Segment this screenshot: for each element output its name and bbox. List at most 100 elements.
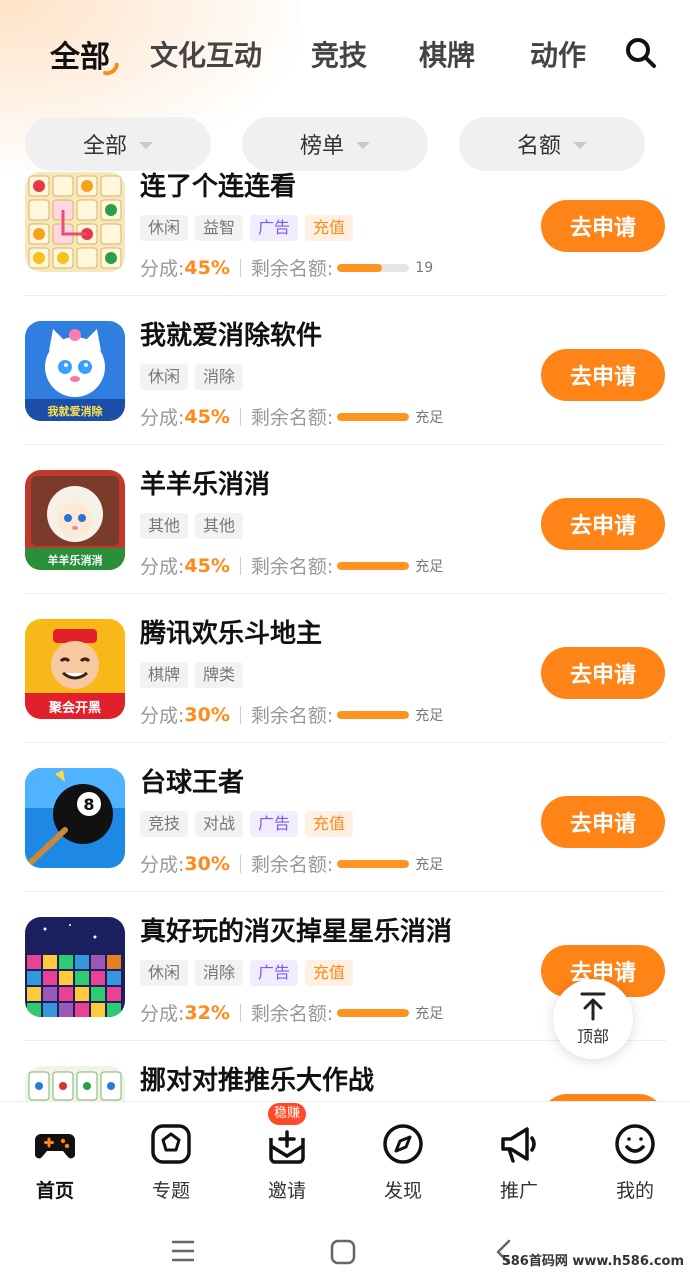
nav-label: 我的 [615,1180,654,1202]
quota-progress-fill [337,710,410,719]
tag: 休闲 [140,215,189,241]
tag: 休闲 [140,960,189,986]
game-meta: 分成: 45% 剩余名额: 19 [140,254,433,281]
apply-button[interactable]: 去申请 [541,796,665,848]
apply-button[interactable]: 去申请 [541,498,665,550]
game-name: 腾讯欢乐斗地主 [140,619,323,649]
nav-invite[interactable]: 稳赚 邀请 [232,1102,342,1212]
filter-quota-dropdown[interactable]: 名额 [459,117,645,171]
divider [239,705,241,724]
billiards-game-icon: 8 [25,768,125,868]
row-divider [24,742,666,743]
apply-button[interactable]: 去申请 [541,1094,665,1101]
menu-icon[interactable] [170,1239,196,1263]
quota-value: 19 [415,259,434,276]
filter-label: 全部 [82,134,127,159]
quota-progress-bar [337,412,410,421]
row-divider [24,593,666,594]
share-label: 分成: [140,705,185,727]
nav-badge: 稳赚 [268,1103,307,1125]
quota-value: 充足 [415,409,444,426]
game-name: 台球王者 [140,768,245,798]
home-icon[interactable] [330,1239,356,1265]
back-to-top-button[interactable]: 顶部 [553,979,633,1059]
icon-caption: 聚会开黑 [48,701,101,716]
quota-label: 剩余名额: [250,1003,334,1025]
system-nav-bar: 586首码网 www.h586.com [0,1211,690,1275]
share-label: 分成: [140,854,185,876]
quota-value: 充足 [415,707,444,724]
share-label: 分成: [140,1003,185,1025]
nav-topics[interactable]: 专题 [116,1102,226,1212]
list-item[interactable]: 8 台球王者 竞技 对战 广告 充值 分成: 30% 剩余名额: 充足 去申请 [0,744,690,892]
quota-value: 充足 [415,558,444,575]
apply-button[interactable]: 去申请 [541,349,665,401]
nav-home[interactable]: 首页 [0,1102,110,1212]
link-match-game-icon [25,172,125,272]
game-meta: 分成: 30% 剩余名额: 充足 [140,850,443,877]
tag: 休闲 [140,364,189,390]
filter-label: 名额 [516,134,561,159]
icon-caption: 羊羊乐消消 [47,554,103,567]
search-button[interactable] [624,36,658,70]
filter-ranking-dropdown[interactable]: 榜单 [242,117,428,171]
tag: 消除 [195,960,244,986]
tab-all[interactable]: 全部 [50,32,110,76]
quota-progress-fill [337,263,382,272]
tab-competitive[interactable]: 竞技 [311,34,367,74]
tag-list: 竞技 对战 广告 充值 [140,811,354,837]
tag-list: 休闲 益智 广告 充值 [140,215,354,241]
category-tabs: 全部 文化互动 竞技 棋牌 动作 [0,28,690,78]
row-divider [24,444,666,445]
divider [239,258,241,277]
row-divider [24,295,666,296]
nav-promote[interactable]: 推广 [464,1102,574,1212]
game-name: 真好玩的消灭掉星星乐消消 [140,917,453,947]
tab-culture-interaction[interactable]: 文化互动 [150,34,262,74]
doudizhu-game-icon: 聚会开黑 [25,619,125,719]
bottom-nav: 首页 专题 稳赚 邀请 发现 推广 我的 [0,1101,690,1211]
game-meta: 分成: 32% 剩余名额: 充足 [140,999,443,1026]
nav-discover[interactable]: 发现 [348,1102,458,1212]
caret-down-icon [356,141,370,149]
filter-all-dropdown[interactable]: 全部 [25,117,211,171]
list-item[interactable]: 羊羊乐消消 羊羊乐消消 其他 其他 分成: 45% 剩余名额: 充足 去申请 [0,446,690,594]
quota-progress-bar [337,561,410,570]
list-item[interactable]: 我就爱消除 我就爱消除软件 休闲 消除 分成: 45% 剩余名额: 充足 去申请 [0,297,690,445]
share-value: 45% [184,256,230,279]
game-name: 挪对对推推乐大作战 [140,1066,375,1096]
nav-label: 推广 [499,1180,538,1202]
compass-icon [383,1124,423,1164]
nav-label: 发现 [383,1180,422,1202]
tag: 竞技 [140,811,189,837]
arrow-up-icon [580,992,606,1021]
share-label: 分成: [140,258,185,280]
search-icon [626,38,656,68]
svg-text:8: 8 [83,795,94,814]
tab-chess-cards[interactable]: 棋牌 [419,34,475,74]
share-value: 45% [184,554,230,577]
sheep-elimination-game-icon: 羊羊乐消消 [25,470,125,570]
profile-icon [615,1124,655,1164]
tag-charge: 充值 [305,811,354,837]
list-item[interactable]: 连了个连连看 休闲 益智 广告 充值 分成: 45% 剩余名额: 19 去申请 [0,171,690,296]
game-name: 羊羊乐消消 [140,470,271,500]
tab-action[interactable]: 动作 [530,34,586,74]
divider [239,854,241,873]
tag: 消除 [195,364,244,390]
nav-profile[interactable]: 我的 [580,1102,690,1212]
share-value: 32% [184,1001,230,1024]
divider [239,407,241,426]
list-item[interactable]: 聚会开黑 腾讯欢乐斗地主 棋牌 牌类 分成: 30% 剩余名额: 充足 去申请 [0,595,690,743]
game-list[interactable]: 连了个连连看 休闲 益智 广告 充值 分成: 45% 剩余名额: 19 去申请 [0,171,690,1101]
caret-down-icon [573,141,587,149]
icon-caption: 我就爱消除 [47,405,103,418]
game-name: 连了个连连看 [140,172,297,202]
share-value: 30% [184,703,230,726]
quota-progress-fill [337,561,410,570]
game-meta: 分成: 30% 剩余名额: 充足 [140,701,443,728]
apply-button[interactable]: 去申请 [541,200,665,252]
tag-ad: 广告 [250,960,299,986]
apply-button[interactable]: 去申请 [541,647,665,699]
quota-label: 剩余名额: [250,854,334,876]
